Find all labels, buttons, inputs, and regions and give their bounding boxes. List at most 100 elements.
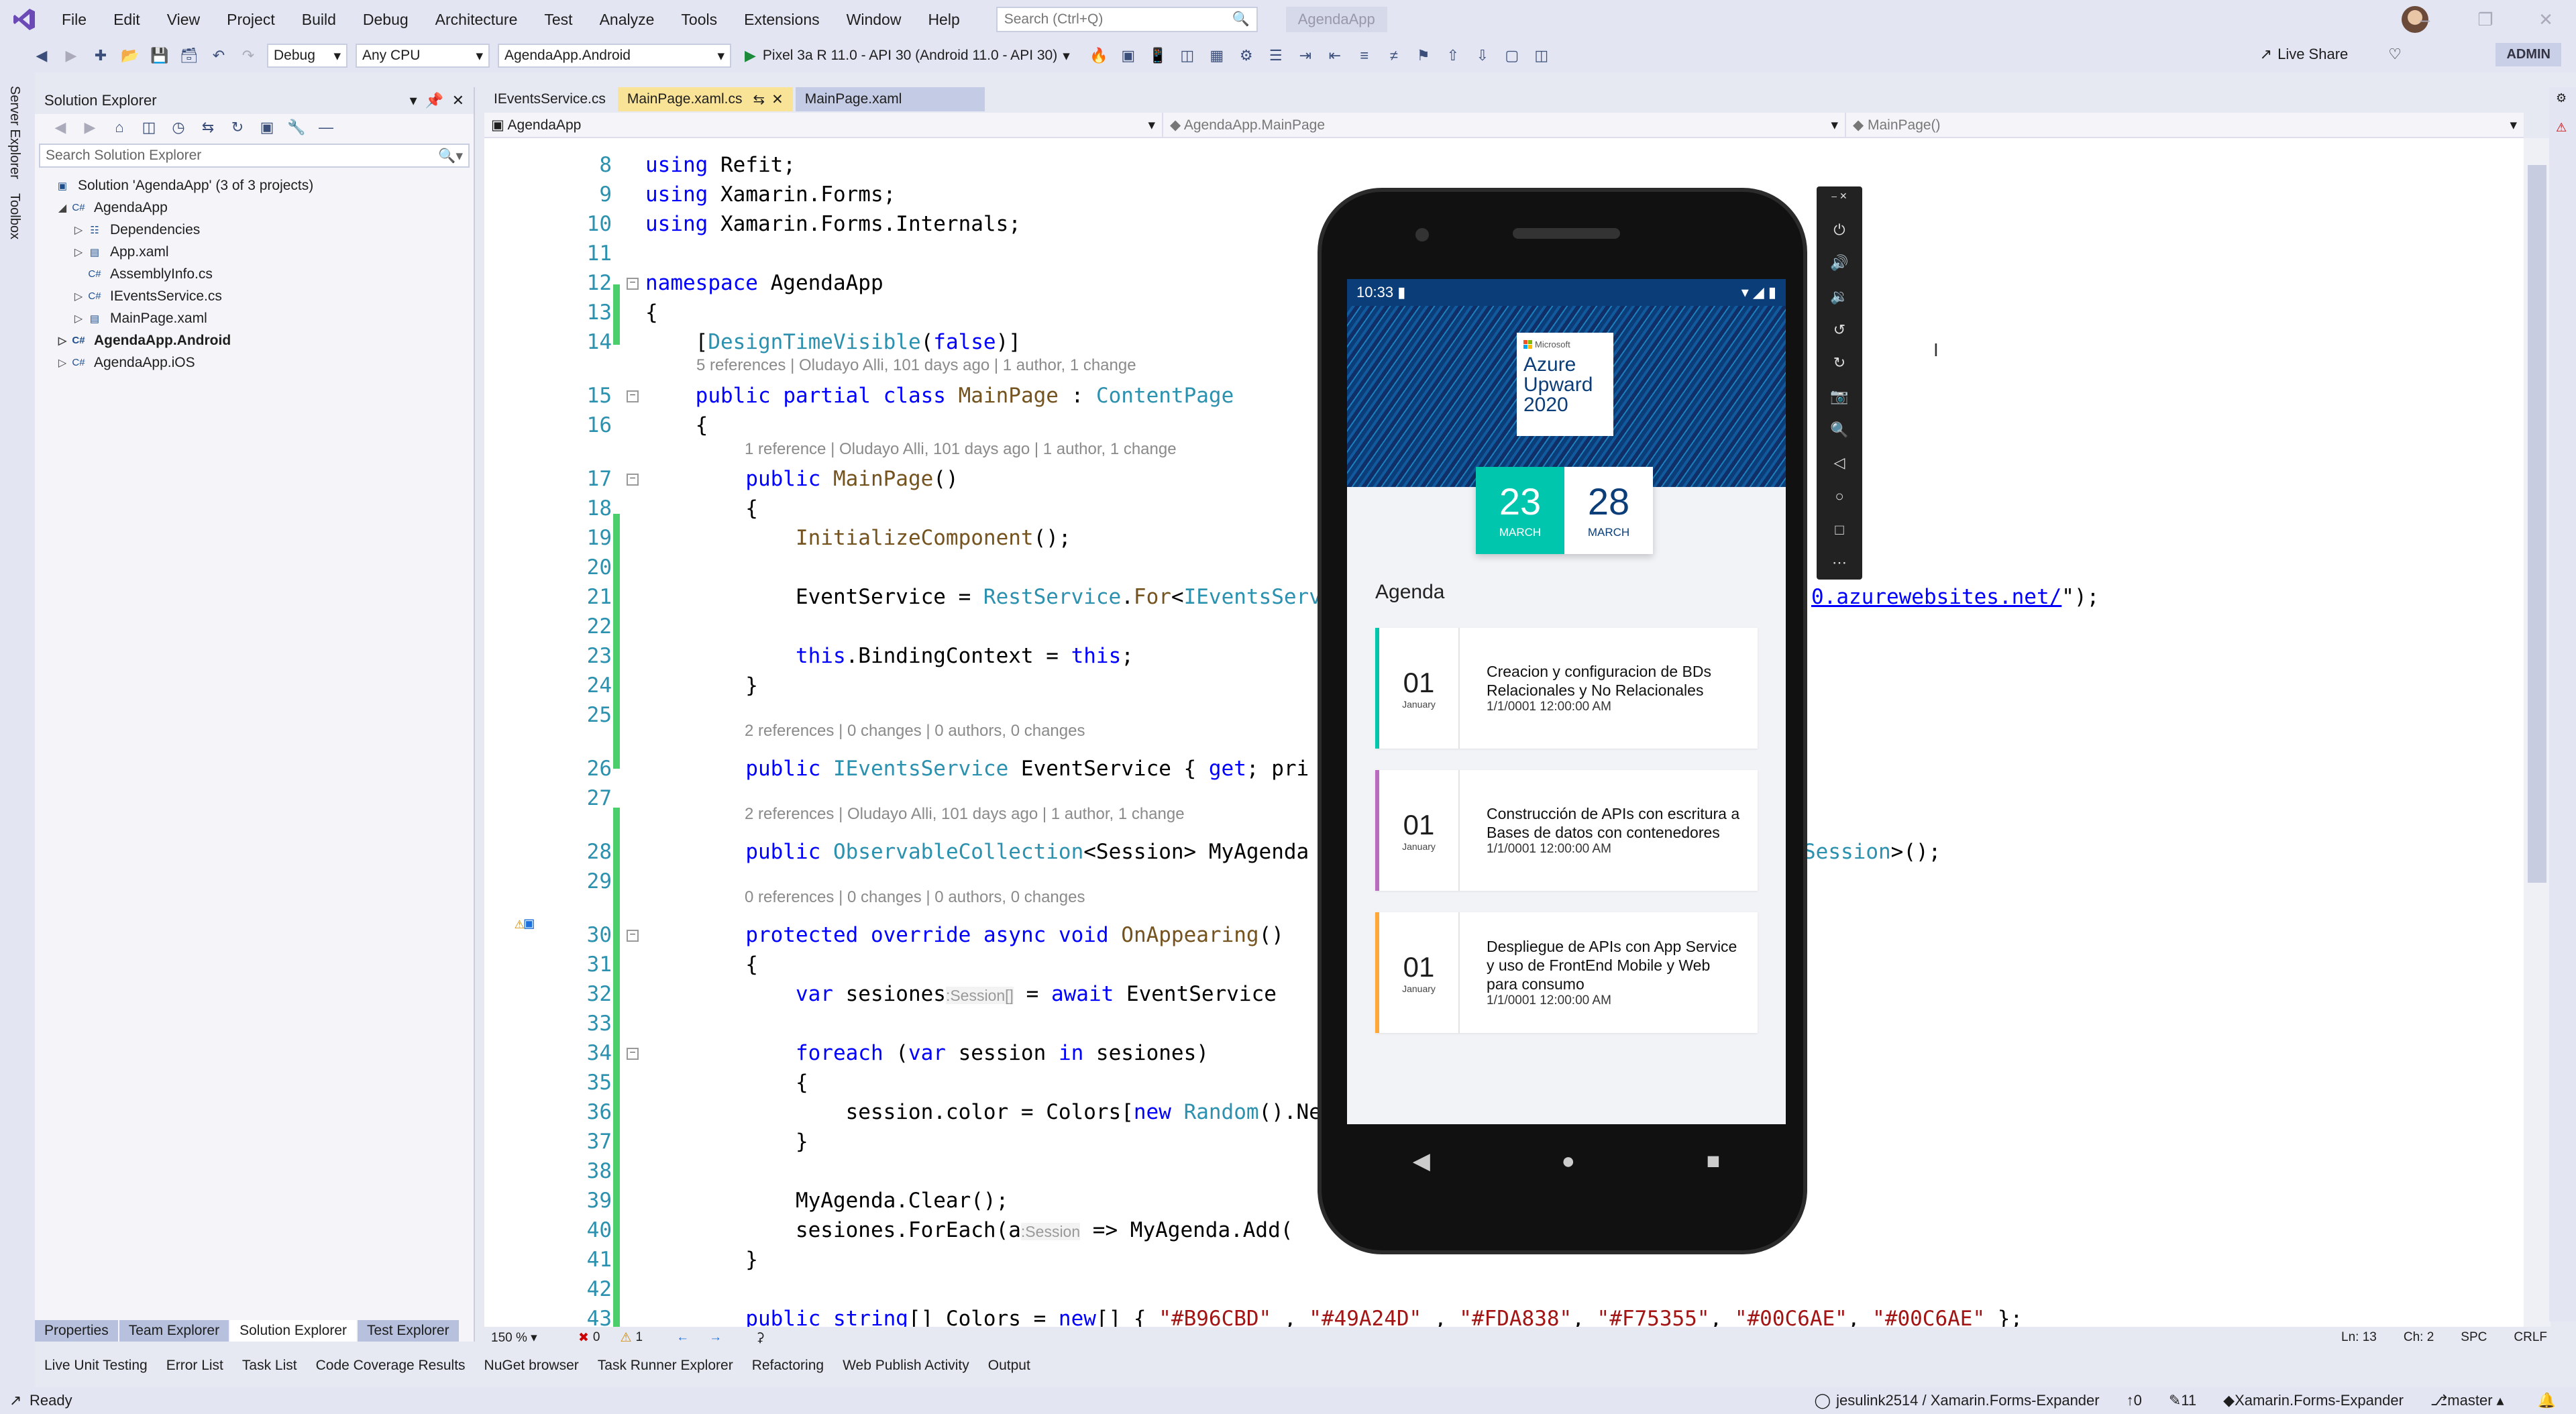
fold-toggle-icon[interactable]: − xyxy=(627,1048,639,1060)
screenshot-icon[interactable]: ▣ xyxy=(1120,47,1137,64)
prev-bookmark-icon[interactable]: ⇧ xyxy=(1444,47,1462,64)
forward-navigate-icon[interactable]: ▶ xyxy=(62,47,80,64)
tool-tab-output[interactable]: Output xyxy=(979,1358,1040,1374)
forward-icon[interactable]: ▶ xyxy=(81,119,99,136)
error-icon[interactable]: ✖ xyxy=(558,1330,589,1346)
collapsed-icon[interactable]: ▷ xyxy=(55,334,70,347)
code-line[interactable]: } xyxy=(645,1130,808,1154)
menu-item-debug[interactable]: Debug xyxy=(350,0,422,39)
scroll-thumb[interactable] xyxy=(2528,165,2546,883)
android-home-icon[interactable]: ● xyxy=(1562,1148,1576,1175)
menu-item-file[interactable]: File xyxy=(48,0,100,39)
android-emulator[interactable]: 10:33 ▮ ▾ ◢ ▮ Microsoft Azure Upward 202… xyxy=(1318,188,1807,1254)
phone-screen[interactable]: 10:33 ▮ ▾ ◢ ▮ Microsoft Azure Upward 202… xyxy=(1347,279,1786,1124)
tab-ieventsservice-cs[interactable]: IEventsService.cs xyxy=(484,87,615,111)
code-line[interactable]: } xyxy=(645,673,758,698)
tree-node-solution[interactable]: ▣ Solution 'AgendaApp' (3 of 3 projects) xyxy=(35,174,474,197)
minimize-icon[interactable]: – xyxy=(2395,9,2455,30)
menu-item-test[interactable]: Test xyxy=(531,0,586,39)
visual-studio-logo-icon[interactable] xyxy=(0,0,48,39)
camera-icon[interactable]: 📷 xyxy=(1830,380,1848,413)
comment-icon[interactable]: ≡ xyxy=(1356,47,1373,64)
code-line-tail[interactable]: 0.azurewebsites.net/"); xyxy=(1811,585,2099,609)
github-icon[interactable]: ◯ xyxy=(1814,1392,1831,1409)
git-icon[interactable]: ⚳ xyxy=(722,1330,765,1346)
solution-search-input[interactable]: Search Solution Explorer 🔍▾ xyxy=(39,144,470,168)
code-line[interactable]: MyAgenda.Clear(); xyxy=(645,1189,1008,1213)
device-manager-icon[interactable]: 📱 xyxy=(1148,47,1167,64)
menu-item-build[interactable]: Build xyxy=(288,0,350,39)
branch-repo-label[interactable]: Xamarin.Forms-Expander xyxy=(2235,1392,2404,1409)
code-line[interactable]: EventService = RestService.For<IEventsSe… xyxy=(645,585,1322,609)
configuration-select[interactable]: Debug ▾ xyxy=(267,44,347,68)
emulator-window-controls[interactable]: – ✕ xyxy=(1831,191,1847,202)
startup-project-select[interactable]: AgendaApp.Android ▾ xyxy=(498,44,731,68)
new-project-icon[interactable]: ✚ xyxy=(92,47,109,64)
menu-item-view[interactable]: View xyxy=(154,0,213,39)
feedback-icon[interactable]: ♡ xyxy=(2388,46,2402,63)
code-line[interactable]: public partial class MainPage : ContentP… xyxy=(645,384,1234,408)
branch-label[interactable]: master xyxy=(2447,1392,2492,1409)
code-line[interactable]: using Xamarin.Forms; xyxy=(645,182,896,207)
menu-item-architecture[interactable]: Architecture xyxy=(422,0,531,39)
tool-tab-task-runner-explorer[interactable]: Task Runner Explorer xyxy=(588,1358,743,1374)
home-icon[interactable]: ⌂ xyxy=(111,119,128,136)
indent-icon[interactable]: ⇥ xyxy=(1297,47,1314,64)
code-line[interactable]: namespace AgendaApp xyxy=(645,271,883,295)
refresh-icon[interactable]: ↻ xyxy=(229,119,246,136)
open-folder-icon[interactable]: 📂 xyxy=(121,47,139,64)
date-option-selected[interactable]: 23 MARCH xyxy=(1476,467,1564,554)
session-card[interactable]: 01 January Despliegue de APIs con App Serv… xyxy=(1375,912,1758,1033)
code-line[interactable]: [DesignTimeVisible(false)] xyxy=(645,330,1021,354)
codelens-info[interactable]: 2 references | Oludayo Alli, 101 days ag… xyxy=(745,805,1185,824)
sync-icon[interactable]: ⇆ xyxy=(199,119,217,136)
back-navigate-icon[interactable]: ◀ xyxy=(33,47,50,64)
code-line[interactable]: { xyxy=(645,953,758,977)
warning-icon[interactable]: ⚠ xyxy=(600,1330,632,1346)
rotate-left-icon[interactable]: ↺ xyxy=(1833,313,1845,347)
xaml-preview-icon[interactable]: ◫ xyxy=(1179,47,1196,64)
menu-item-help[interactable]: Help xyxy=(914,0,973,39)
codelens-info[interactable]: 0 references | 0 changes | 0 authors, 0 … xyxy=(745,888,1085,907)
fold-toggle-icon[interactable]: − xyxy=(627,390,639,402)
tree-node-dependencies[interactable]: ▷ ☷ Dependencies xyxy=(35,219,474,241)
codelens-info[interactable]: 1 reference | Oludayo Alli, 101 days ago… xyxy=(745,440,1177,459)
android-recents-icon[interactable]: ■ xyxy=(1707,1148,1721,1175)
close-icon[interactable]: ✕ xyxy=(2516,9,2576,30)
switch-views-icon[interactable]: ◫ xyxy=(140,119,158,136)
menu-item-tools[interactable]: Tools xyxy=(667,0,731,39)
tool-tab-live-unit-testing[interactable]: Live Unit Testing xyxy=(35,1358,157,1374)
tree-node-app-xaml[interactable]: ▷ ▤ App.xaml xyxy=(35,241,474,263)
tab-mainpage-xaml[interactable]: MainPage.xaml xyxy=(795,87,985,111)
nav-forward-icon[interactable]: → xyxy=(689,1330,722,1345)
dropdown-icon[interactable]: ▾ xyxy=(410,92,417,109)
push-icon[interactable]: ↑ xyxy=(2100,1392,2134,1409)
tree-node-agendaapp[interactable]: ◢ C# AgendaApp xyxy=(35,197,474,219)
code-line[interactable]: } xyxy=(645,1248,758,1272)
toolbox-tab[interactable]: Toolbox xyxy=(7,193,22,239)
member-dropdown[interactable]: ◆ MainPage() ▾ xyxy=(1846,113,2524,137)
bookmark-icon[interactable]: ⚑ xyxy=(1415,47,1432,64)
collapsed-icon[interactable]: ▷ xyxy=(71,223,86,237)
tool-tab-task-list[interactable]: Task List xyxy=(233,1358,307,1374)
menu-item-edit[interactable]: Edit xyxy=(100,0,154,39)
zoom-icon[interactable]: 🔍 xyxy=(1830,413,1848,447)
tab-properties[interactable]: Properties xyxy=(35,1320,118,1342)
collapsed-icon[interactable]: ▷ xyxy=(71,246,86,259)
save-all-icon[interactable]: 🗃 xyxy=(180,47,199,64)
code-line[interactable]: public ObservableCollection<Session> MyA… xyxy=(645,840,1309,864)
tool-tab-web-publish-activity[interactable]: Web Publish Activity xyxy=(833,1358,979,1374)
settings-icon[interactable]: ⚙ xyxy=(2556,91,2567,105)
collapsed-icon[interactable]: ▷ xyxy=(55,356,70,370)
properties-icon[interactable]: 🔧 xyxy=(287,119,305,136)
tool-tab-code-coverage-results[interactable]: Code Coverage Results xyxy=(307,1358,475,1374)
tab-test-explorer[interactable]: Test Explorer xyxy=(358,1320,459,1342)
tool-tab-refactoring[interactable]: Refactoring xyxy=(743,1358,833,1374)
back-icon[interactable]: ◁ xyxy=(1834,446,1845,480)
run-button[interactable]: ▶ Pixel 3a R 11.0 - API 30 (Android 11.0 … xyxy=(745,47,1070,64)
code-line[interactable]: public IEventsService EventService { get… xyxy=(645,757,1309,781)
code-line[interactable]: { xyxy=(645,1071,808,1095)
code-line[interactable]: public string[] Colors = new[] { "#B96CB… xyxy=(645,1307,2023,1327)
close-tab-icon[interactable]: ✕ xyxy=(771,91,784,108)
tab-mainpage-xaml-cs[interactable]: MainPage.xaml.cs ⇆ ✕ xyxy=(617,87,793,111)
